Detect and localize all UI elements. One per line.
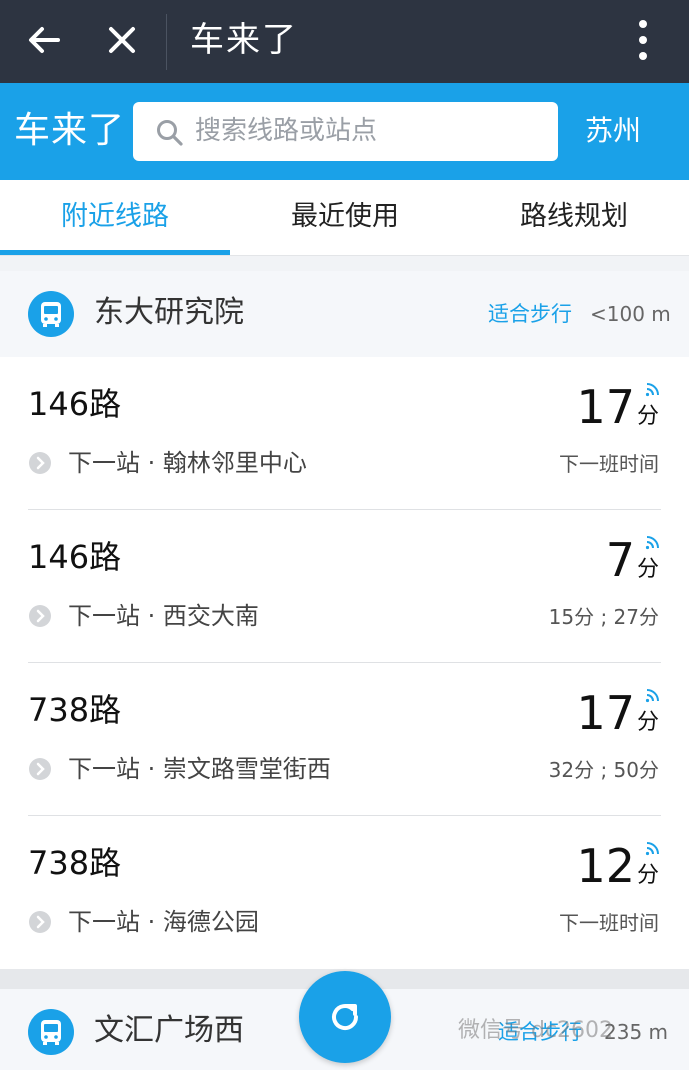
app-topbar: 车来了: [0, 0, 689, 83]
next-stop: 下一站 · 西交大南: [68, 602, 259, 630]
tab-recent[interactable]: 最近使用: [230, 180, 460, 256]
eta: 17分: [576, 379, 659, 435]
chevron-right-icon: [29, 605, 51, 627]
eta-unit: 分: [636, 557, 659, 582]
station-name: 文汇广场西: [94, 1013, 244, 1048]
tab-bar: 附近线路 最近使用 路线规划: [0, 180, 689, 256]
route-row[interactable]: 738路 下一站 · 海德公园 12分 下一班时间: [0, 816, 689, 969]
eta-unit: 分: [636, 404, 659, 429]
route-number: 146路: [28, 385, 122, 423]
back-arrow-icon[interactable]: [24, 20, 64, 60]
route-number: 738路: [28, 691, 122, 729]
active-tab-indicator: [0, 250, 230, 255]
route-row[interactable]: 146路 下一站 · 翰林邻里中心 17分 下一班时间: [0, 357, 689, 510]
app-brand: 车来了: [14, 110, 126, 151]
next-bus-info: 下一班时间: [559, 452, 659, 476]
eta: 12分: [576, 838, 659, 894]
eta: 17分: [576, 685, 659, 741]
next-bus-info: 下一班时间: [559, 911, 659, 935]
station-name: 东大研究院: [94, 295, 244, 330]
eta-unit: 分: [636, 710, 659, 735]
walkable-badge: 适合步行: [488, 302, 572, 326]
bus-icon: [28, 1009, 74, 1055]
route-list: 146路 下一站 · 翰林邻里中心 17分 下一班时间 146路 下一站 · 西…: [0, 357, 689, 969]
eta-minutes: 7: [605, 533, 635, 587]
route-row[interactable]: 146路 下一站 · 西交大南 7分 15分 ; 27分: [0, 510, 689, 663]
page-title: 车来了: [190, 20, 298, 60]
station-header[interactable]: 东大研究院 适合步行 <100 m: [0, 271, 689, 357]
next-bus-info: 15分 ; 27分: [548, 605, 659, 629]
station-distance: <100 m: [590, 302, 671, 326]
chevron-right-icon: [29, 758, 51, 780]
search-header: 车来了 苏州: [0, 83, 689, 180]
city-selector[interactable]: 苏州: [585, 111, 641, 151]
refresh-button[interactable]: [299, 971, 391, 1063]
route-row[interactable]: 738路 下一站 · 崇文路雪堂街西 17分 32分 ; 50分: [0, 663, 689, 816]
tab-route-planning[interactable]: 路线规划: [459, 180, 689, 256]
topbar-divider: [166, 14, 167, 70]
close-icon[interactable]: [102, 20, 142, 60]
eta-minutes: 17: [576, 380, 635, 434]
next-stop: 下一站 · 翰林邻里中心: [68, 449, 307, 477]
eta-minutes: 12: [576, 839, 635, 893]
eta-minutes: 17: [576, 686, 635, 740]
search-input[interactable]: [195, 110, 545, 152]
bus-icon: [28, 291, 74, 337]
next-stop: 下一站 · 崇文路雪堂街西: [68, 755, 331, 783]
eta-unit: 分: [636, 863, 659, 888]
chevron-right-icon: [29, 911, 51, 933]
chevron-right-icon: [29, 452, 51, 474]
tab-nearby-lines[interactable]: 附近线路: [0, 180, 230, 256]
refresh-icon: [332, 1004, 359, 1031]
search-box[interactable]: [133, 102, 558, 161]
more-vert-icon[interactable]: [628, 16, 658, 66]
search-icon: [157, 120, 183, 146]
route-number: 738路: [28, 844, 122, 882]
next-bus-info: 32分 ; 50分: [548, 758, 659, 782]
next-stop: 下一站 · 海德公园: [68, 908, 259, 936]
eta: 7分: [606, 532, 659, 588]
wechat-watermark: 微信号 dc2602: [458, 1018, 614, 1043]
station-distance: 235 m: [604, 1020, 669, 1044]
route-number: 146路: [28, 538, 122, 576]
